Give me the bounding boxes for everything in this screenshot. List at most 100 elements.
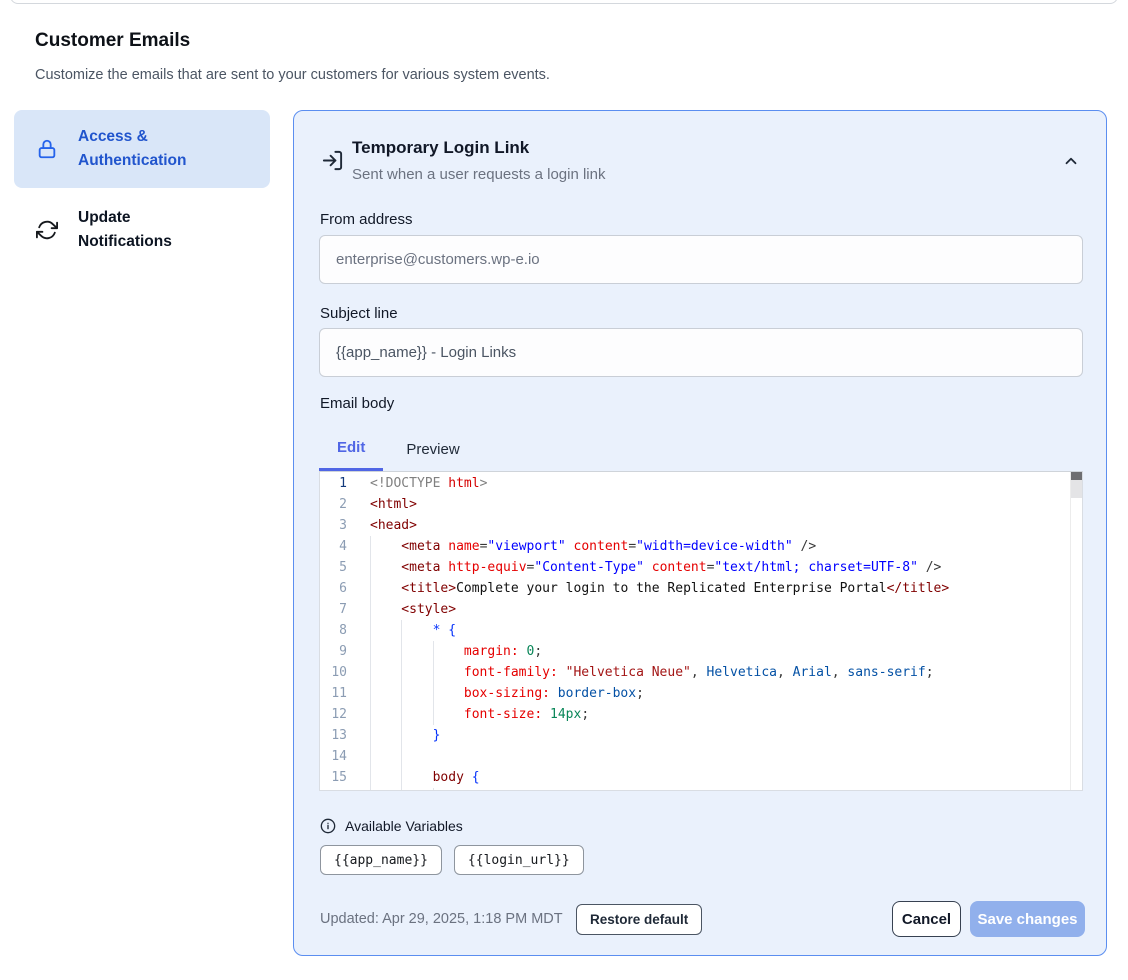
line-number[interactable]: 1 [320,473,347,494]
page-description: Customize the emails that are sent to yo… [35,67,550,83]
code-line-content: <html> [370,494,417,515]
card-title: Temporary Login Link [352,138,529,158]
email-types-sidebar: Access & Authentication Update Notificat… [14,110,270,254]
variable-chip-login-url[interactable]: {{login_url}} [454,845,584,875]
indent-guide [433,641,464,662]
info-icon [320,818,336,834]
restore-default-button[interactable]: Restore default [576,904,702,935]
line-number[interactable]: 8 [320,620,347,641]
subject-line-label: Subject line [320,305,398,322]
code-line[interactable]: 6<title>Complete your login to the Repli… [320,578,1082,599]
line-number[interactable]: 2 [320,494,347,515]
code-editor[interactable]: 1 <!DOCTYPE html> 2 <html>3<head>4 <meta nam… [319,471,1083,791]
from-address-input[interactable] [319,235,1083,284]
line-number[interactable]: 13 [320,725,347,746]
line-number[interactable]: 10 [320,662,347,683]
line-number[interactable]: 7 [320,599,347,620]
indent-guide [370,683,401,704]
indent-guide [401,662,432,683]
email-body-label: Email body [320,395,394,412]
indent-guide [370,641,401,662]
indent-guide [401,683,432,704]
code-line-content: <style> [370,599,456,620]
sidebar-item-access-authentication[interactable]: Access & Authentication [14,110,270,188]
tab-edit[interactable]: Edit [319,428,383,471]
code-line-content: box-sizing: border-box; [370,683,644,704]
indent-guide [401,725,432,746]
code-line[interactable]: 13} [320,725,1082,746]
line-number[interactable]: 9 [320,641,347,662]
code-line[interactable]: 12 font-size: 14px; [320,704,1082,725]
code-line-content: margin: 0; [370,641,542,662]
previous-card-edge [10,0,1118,4]
code-line[interactable]: 14 [320,746,1082,767]
code-line[interactable]: 7 <style> [320,599,1082,620]
sidebar-item-update-notifications[interactable]: Update Notifications [14,206,270,254]
refresh-icon [36,219,58,241]
code-line[interactable]: 10 font-family: "Helvetica Neue", Helveti… [320,662,1082,683]
line-number[interactable]: 11 [320,683,347,704]
code-line-content: background-color: #f6f8fa; [370,788,667,791]
from-address-label: From address [320,211,413,228]
indent-guide [370,767,401,788]
tab-preview[interactable]: Preview [388,428,477,471]
line-number[interactable]: 15 [320,767,347,788]
available-variables-header: Available Variables [320,818,463,834]
line-number[interactable]: 12 [320,704,347,725]
indent-guide [401,767,432,788]
email-body-tabs: Edit Preview [319,428,478,471]
sidebar-item-label: Access & Authentication [78,125,210,173]
code-line-content: * { [370,620,456,641]
editor-scrollbar-thumb[interactable] [1071,472,1082,480]
code-line-content: font-family: "Helvetica Neue", Helvetica… [370,662,934,683]
indent-guide [433,788,464,791]
line-number[interactable]: 14 [320,746,347,767]
code-line[interactable]: 9 margin: 0; [320,641,1082,662]
indent-guide [401,704,432,725]
code-line[interactable]: 11 box-sizing: border-box; [320,683,1082,704]
subject-line-input[interactable] [319,328,1083,377]
code-line[interactable]: 3<head> [320,515,1082,536]
code-line[interactable]: 2 <html> [320,494,1082,515]
code-line-content: } [370,725,440,746]
indent-guide [370,704,401,725]
available-variables-label: Available Variables [345,818,463,834]
line-number[interactable]: 6 [320,578,347,599]
code-line-content: <!DOCTYPE html> [370,473,487,494]
code-line-content: font-size: 14px; [370,704,589,725]
variable-chip-app-name[interactable]: {{app_name}} [320,845,442,875]
card-subtitle: Sent when a user requests a login link [352,166,605,183]
line-number[interactable]: 4 [320,536,347,557]
chevron-up-icon [1062,158,1080,173]
line-number[interactable]: 16 [320,788,347,791]
code-line[interactable]: 1 <!DOCTYPE html> [320,473,1082,494]
indent-guide [401,620,432,641]
code-line[interactable]: 16 background-color: #f6f8fa; [320,788,1082,791]
variable-chips: {{app_name}} {{login_url}} [320,845,584,875]
line-number[interactable]: 3 [320,515,347,536]
indent-guide [401,746,432,767]
customer-emails-page: Customer Emails Customize the emails tha… [0,0,1128,980]
code-line[interactable]: 8 * { [320,620,1082,641]
code-line[interactable]: 4 <meta name="viewport" content="width=de… [320,536,1082,557]
indent-guide [370,599,401,620]
indent-guide [370,725,401,746]
updated-timestamp: Updated: Apr 29, 2025, 1:18 PM MDT [320,911,563,927]
code-line[interactable]: 15body { [320,767,1082,788]
login-icon [321,149,344,172]
collapse-button[interactable] [1056,147,1086,177]
indent-guide [401,641,432,662]
code-line-content [370,746,433,767]
cancel-button[interactable]: Cancel [892,901,961,937]
code-line-content: <meta http-equiv="Content-Type" content=… [370,557,941,578]
code-line-content: <meta name="viewport" content="width=dev… [370,536,816,557]
editor-scrollbar[interactable] [1070,472,1082,790]
indent-guide [370,557,401,578]
save-changes-button[interactable]: Save changes [970,901,1085,937]
indent-guide [370,788,401,791]
page-title: Customer Emails [35,30,190,52]
code-line[interactable]: 5 <meta http-equiv="Content-Type" content… [320,557,1082,578]
line-number[interactable]: 5 [320,557,347,578]
indent-guide [370,578,401,599]
indent-guide [370,746,401,767]
